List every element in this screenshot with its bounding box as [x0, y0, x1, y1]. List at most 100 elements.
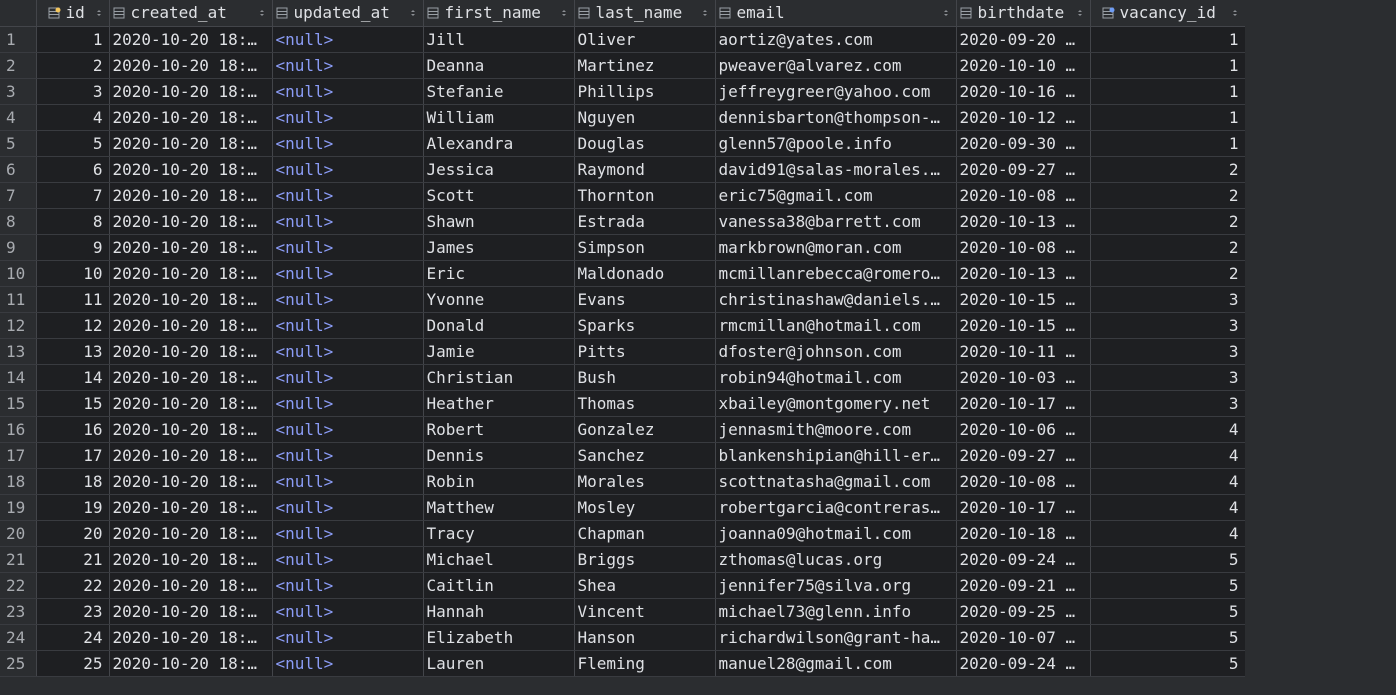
- cell-first-name[interactable]: Stefanie: [423, 78, 575, 105]
- row-number[interactable]: 16: [0, 416, 37, 443]
- cell-email[interactable]: manuel28@gmail.com: [715, 650, 957, 677]
- row-number[interactable]: 7: [0, 182, 37, 209]
- cell-vacancy-id[interactable]: 2: [1090, 208, 1246, 235]
- cell-created-at[interactable]: 2020-10-20 18:…: [109, 208, 273, 235]
- cell-birthdate[interactable]: 2020-10-08 …: [956, 234, 1091, 261]
- cell-created-at[interactable]: 2020-10-20 18:…: [109, 182, 273, 209]
- cell-id[interactable]: 22: [36, 572, 110, 599]
- row-number[interactable]: 3: [0, 78, 37, 105]
- table-row[interactable]: 20 20 2020-10-20 18:… <null> Tracy Chapman joa…: [0, 520, 1246, 547]
- table-row[interactable]: 1 1 2020-10-20 18:… <null> Jill Oliver aortiz@…: [0, 26, 1246, 53]
- cell-last-name[interactable]: Sanchez: [574, 442, 716, 469]
- cell-created-at[interactable]: 2020-10-20 18:…: [109, 78, 273, 105]
- cell-first-name[interactable]: Deanna: [423, 52, 575, 79]
- cell-last-name[interactable]: Evans: [574, 286, 716, 313]
- cell-birthdate[interactable]: 2020-10-10 …: [956, 52, 1091, 79]
- cell-vacancy-id[interactable]: 1: [1090, 52, 1246, 79]
- cell-first-name[interactable]: Elizabeth: [423, 624, 575, 651]
- cell-first-name[interactable]: William: [423, 104, 575, 131]
- cell-email[interactable]: mcmillanrebecca@romero…: [715, 260, 957, 287]
- cell-birthdate[interactable]: 2020-09-27 …: [956, 156, 1091, 183]
- row-number[interactable]: 1: [0, 26, 37, 53]
- table-row[interactable]: 25 25 2020-10-20 18:… <null> Lauren Fleming ma…: [0, 650, 1246, 677]
- cell-created-at[interactable]: 2020-10-20 18:…: [109, 26, 273, 53]
- cell-email[interactable]: pweaver@alvarez.com: [715, 52, 957, 79]
- cell-updated-at[interactable]: <null>: [272, 312, 424, 339]
- cell-updated-at[interactable]: <null>: [272, 468, 424, 495]
- cell-first-name[interactable]: Alexandra: [423, 130, 575, 157]
- cell-updated-at[interactable]: <null>: [272, 182, 424, 209]
- cell-vacancy-id[interactable]: 5: [1090, 650, 1246, 677]
- cell-last-name[interactable]: Fleming: [574, 650, 716, 677]
- cell-created-at[interactable]: 2020-10-20 18:…: [109, 520, 273, 547]
- cell-created-at[interactable]: 2020-10-20 18:…: [109, 468, 273, 495]
- cell-birthdate[interactable]: 2020-10-16 …: [956, 78, 1091, 105]
- column-header-updated-at[interactable]: updated_at: [272, 0, 424, 27]
- cell-created-at[interactable]: 2020-10-20 18:…: [109, 546, 273, 573]
- cell-email[interactable]: dfoster@johnson.com: [715, 338, 957, 365]
- cell-birthdate[interactable]: 2020-09-30 …: [956, 130, 1091, 157]
- cell-created-at[interactable]: 2020-10-20 18:…: [109, 494, 273, 521]
- cell-updated-at[interactable]: <null>: [272, 442, 424, 469]
- cell-updated-at[interactable]: <null>: [272, 208, 424, 235]
- cell-first-name[interactable]: Eric: [423, 260, 575, 287]
- cell-last-name[interactable]: Hanson: [574, 624, 716, 651]
- cell-created-at[interactable]: 2020-10-20 18:…: [109, 260, 273, 287]
- row-number[interactable]: 11: [0, 286, 37, 313]
- cell-updated-at[interactable]: <null>: [272, 234, 424, 261]
- row-number[interactable]: 18: [0, 468, 37, 495]
- column-header-birthdate[interactable]: birthdate: [956, 0, 1091, 27]
- row-number[interactable]: 24: [0, 624, 37, 651]
- cell-first-name[interactable]: Matthew: [423, 494, 575, 521]
- cell-email[interactable]: blankenshipian@hill-er…: [715, 442, 957, 469]
- cell-last-name[interactable]: Nguyen: [574, 104, 716, 131]
- table-row[interactable]: 3 3 2020-10-20 18:… <null> Stefanie Phillips j…: [0, 78, 1246, 105]
- cell-updated-at[interactable]: <null>: [272, 260, 424, 287]
- row-number[interactable]: 19: [0, 494, 37, 521]
- table-row[interactable]: 18 18 2020-10-20 18:… <null> Robin Morales sco…: [0, 468, 1246, 495]
- cell-email[interactable]: scottnatasha@gmail.com: [715, 468, 957, 495]
- cell-updated-at[interactable]: <null>: [272, 390, 424, 417]
- cell-created-at[interactable]: 2020-10-20 18:…: [109, 286, 273, 313]
- cell-first-name[interactable]: Jessica: [423, 156, 575, 183]
- cell-id[interactable]: 24: [36, 624, 110, 651]
- table-row[interactable]: 10 10 2020-10-20 18:… <null> Eric Maldonado mc…: [0, 260, 1246, 287]
- row-number-header[interactable]: [0, 0, 37, 27]
- cell-email[interactable]: glenn57@poole.info: [715, 130, 957, 157]
- cell-email[interactable]: christinashaw@daniels.…: [715, 286, 957, 313]
- cell-id[interactable]: 5: [36, 130, 110, 157]
- cell-id[interactable]: 10: [36, 260, 110, 287]
- cell-last-name[interactable]: Thornton: [574, 182, 716, 209]
- table-row[interactable]: 7 7 2020-10-20 18:… <null> Scott Thornton eric…: [0, 182, 1246, 209]
- cell-id[interactable]: 2: [36, 52, 110, 79]
- table-row[interactable]: 4 4 2020-10-20 18:… <null> William Nguyen denn…: [0, 104, 1246, 131]
- cell-vacancy-id[interactable]: 2: [1090, 156, 1246, 183]
- cell-id[interactable]: 23: [36, 598, 110, 625]
- cell-updated-at[interactable]: <null>: [272, 364, 424, 391]
- cell-updated-at[interactable]: <null>: [272, 26, 424, 53]
- row-number[interactable]: 20: [0, 520, 37, 547]
- cell-birthdate[interactable]: 2020-10-15 …: [956, 286, 1091, 313]
- cell-id[interactable]: 4: [36, 104, 110, 131]
- cell-last-name[interactable]: Pitts: [574, 338, 716, 365]
- cell-birthdate[interactable]: 2020-09-25 …: [956, 598, 1091, 625]
- cell-created-at[interactable]: 2020-10-20 18:…: [109, 416, 273, 443]
- cell-vacancy-id[interactable]: 2: [1090, 260, 1246, 287]
- table-row[interactable]: 22 22 2020-10-20 18:… <null> Caitlin Shea jenn…: [0, 572, 1246, 599]
- row-number[interactable]: 8: [0, 208, 37, 235]
- cell-vacancy-id[interactable]: 4: [1090, 494, 1246, 521]
- table-row[interactable]: 14 14 2020-10-20 18:… <null> Christian Bush ro…: [0, 364, 1246, 391]
- cell-id[interactable]: 15: [36, 390, 110, 417]
- cell-email[interactable]: zthomas@lucas.org: [715, 546, 957, 573]
- cell-email[interactable]: dennisbarton@thompson-…: [715, 104, 957, 131]
- cell-updated-at[interactable]: <null>: [272, 286, 424, 313]
- cell-vacancy-id[interactable]: 3: [1090, 312, 1246, 339]
- row-number[interactable]: 10: [0, 260, 37, 287]
- row-number[interactable]: 5: [0, 130, 37, 157]
- cell-last-name[interactable]: Simpson: [574, 234, 716, 261]
- cell-last-name[interactable]: Estrada: [574, 208, 716, 235]
- cell-first-name[interactable]: Christian: [423, 364, 575, 391]
- cell-vacancy-id[interactable]: 4: [1090, 442, 1246, 469]
- cell-vacancy-id[interactable]: 1: [1090, 130, 1246, 157]
- column-header-last-name[interactable]: last_name: [574, 0, 716, 27]
